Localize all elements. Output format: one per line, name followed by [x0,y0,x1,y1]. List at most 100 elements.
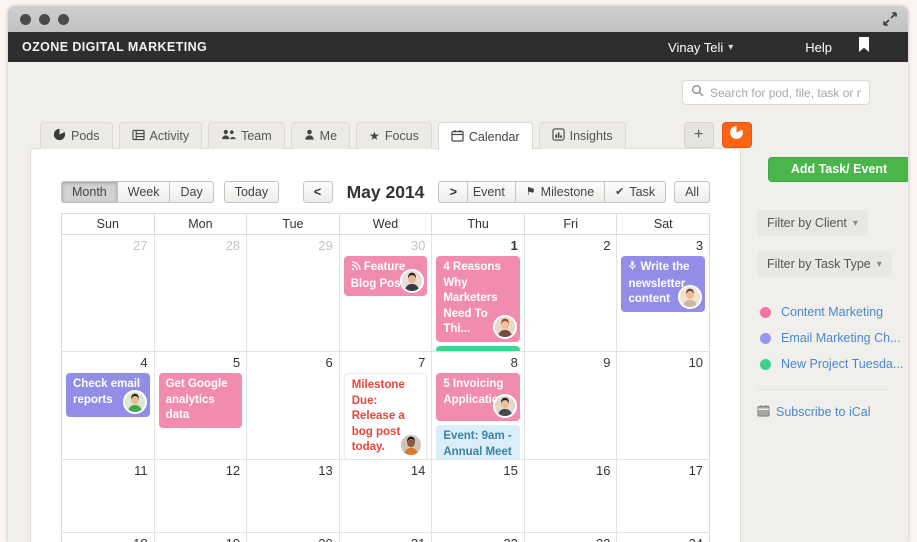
calendar-day-cell[interactable]: 18 [62,533,155,542]
event-card[interactable]: 5 Invoicing Applications [436,373,520,421]
window-control-dot[interactable] [58,14,69,25]
calendar-day-cell[interactable]: 11 [62,460,155,532]
add-task-event-button[interactable]: Add Task/ Event [768,157,908,182]
month-title: May 2014 [347,182,425,203]
date-number: 28 [155,235,247,255]
calendar-day-cell[interactable]: 5 Get Google analytics data [155,352,248,459]
pod-logo-icon [729,125,744,145]
filter-by-client-dropdown[interactable]: Filter by Client ▾ [757,210,868,236]
calendar-day-cell[interactable]: 8 5 Invoicing Applications Event: 9am - … [432,352,525,459]
user-menu[interactable]: Vinay Teli ▾ [668,40,733,55]
date-number: 4 [62,352,154,372]
date-number: 30 [340,235,432,255]
calendar-day-cell[interactable]: 7 Milestone Due: Release a bog post toda… [340,352,433,459]
calendar-day-cell[interactable]: 28 [155,235,248,351]
activity-icon [132,129,145,144]
search-icon [691,84,704,102]
tab-calendar[interactable]: Calendar [438,122,533,150]
bookmark-icon[interactable] [858,37,870,57]
event-card[interactable]: Write the newsletter content [621,256,705,312]
calendar-day-cell[interactable]: 30 Feature Blog Post [340,235,433,351]
legend-item[interactable]: Content Marketing [760,299,908,325]
window-titlebar [8,6,908,32]
event-card[interactable]: Feature Blog Post [344,256,428,296]
today-button[interactable]: Today [224,181,279,203]
window-controls[interactable] [20,14,69,25]
calendar-day-cell[interactable]: 20 [247,533,340,542]
calendar-day-cell[interactable]: 15 [432,460,525,532]
calendar-day-cell[interactable]: 17 [617,460,709,532]
next-month-button[interactable]: > [438,181,468,203]
search-input[interactable] [710,86,861,100]
calendar-day-cell[interactable]: 13 [247,460,340,532]
milestone-filter-button[interactable]: ⚑ Milestone [516,181,605,203]
calendar-day-cell[interactable]: 9 [525,352,618,459]
subscribe-ical-link[interactable]: Subscribe to iCal [757,404,908,420]
tab-me[interactable]: Me [291,122,350,149]
date-number: 5 [155,352,247,372]
legend-item[interactable]: Email Marketing Ch... [760,325,908,351]
calendar-day-cell[interactable]: 29 [247,235,340,351]
tab-insights[interactable]: Insights [539,122,626,149]
event-card[interactable]: Get Google analytics data [159,373,243,428]
calendar-day-cell[interactable]: 4 Check email reports [62,352,155,459]
event-card[interactable]: Event: 9am - Annual Meet [436,425,520,459]
add-tab-button[interactable]: + [684,122,714,148]
previous-month-button[interactable]: < [303,181,333,203]
calendar-day-cell[interactable]: 3 Write the newsletter content [617,235,709,351]
filter-by-task-type-dropdown[interactable]: Filter by Task Type ▾ [757,251,892,277]
milestone-card[interactable]: Milestone Due: Release a bog post today. [344,373,428,459]
calendar-day-cell[interactable]: 22 [432,533,525,542]
calendar-day-cell[interactable]: 16 [525,460,618,532]
calendar-day-cell[interactable]: 12 [155,460,248,532]
pod-app-button[interactable] [722,122,752,148]
calendar-day-cell[interactable]: 6 [247,352,340,459]
event-card[interactable]: Draft blog post for launch [436,346,520,351]
tab-team[interactable]: Team [208,122,285,149]
date-number: 2 [525,235,617,255]
date-number: 10 [617,352,709,372]
calendar-day-cell[interactable]: 23 [525,533,618,542]
window-control-dot[interactable] [20,14,31,25]
calendar-week-row: 18 19 20 21 22 23 24 [62,533,709,542]
legend-label[interactable]: Email Marketing Ch... [781,331,900,345]
date-number: 17 [617,460,709,480]
weekday-header: Fri [525,214,618,234]
tab-activity[interactable]: Activity [119,122,203,149]
event-card[interactable]: Check email reports [66,373,150,417]
calendar-day-cell[interactable]: 14 [340,460,433,532]
date-number: 16 [525,460,617,480]
window-control-dot[interactable] [39,14,50,25]
calendar-day-cell[interactable]: 27 [62,235,155,351]
week-view-button[interactable]: Week [118,181,171,203]
day-view-button[interactable]: Day [170,181,213,203]
type-filters: Event ⚑ Milestone ✔ Task All [444,181,710,203]
person-icon [304,129,315,143]
event-card[interactable]: 4 Reasons Why Marketers Need To Thi... [436,256,520,342]
calendar-day-cell[interactable]: 19 [155,533,248,542]
date-number: 24 [617,533,709,542]
month-view-button[interactable]: Month [61,181,118,203]
header-right: Vinay Teli ▾ Help [668,37,908,57]
date-number: 27 [62,235,154,255]
tab-pods[interactable]: Pods [40,122,113,149]
search-box[interactable] [682,80,870,105]
app-header: OZONE DIGITAL MARKETING Vinay Teli ▾ Hel… [8,32,908,62]
tab-focus[interactable]: ★ Focus [356,122,432,149]
resize-icon[interactable] [882,11,898,32]
calendar-toolbar: Month Week Day Today < May 2014 > [61,181,710,203]
help-link[interactable]: Help [805,40,832,55]
calendar-day-cell[interactable]: 10 [617,352,709,459]
all-filter-button[interactable]: All [674,181,710,203]
calendar-day-cell[interactable]: 2 [525,235,618,351]
legend-label[interactable]: New Project Tuesda... [781,357,903,371]
legend-item[interactable]: New Project Tuesda... [760,351,908,377]
tab-label: Activity [150,129,190,143]
calendar-day-cell[interactable]: 21 [340,533,433,542]
calendar-day-cell[interactable]: 24 [617,533,709,542]
tab-label: Pods [71,129,100,143]
calendar-day-cell[interactable]: 1 4 Reasons Why Marketers Need To Thi...… [432,235,525,351]
legend-label[interactable]: Content Marketing [781,305,883,319]
plus-icon: + [694,126,703,144]
task-filter-button[interactable]: ✔ Task [605,181,666,203]
